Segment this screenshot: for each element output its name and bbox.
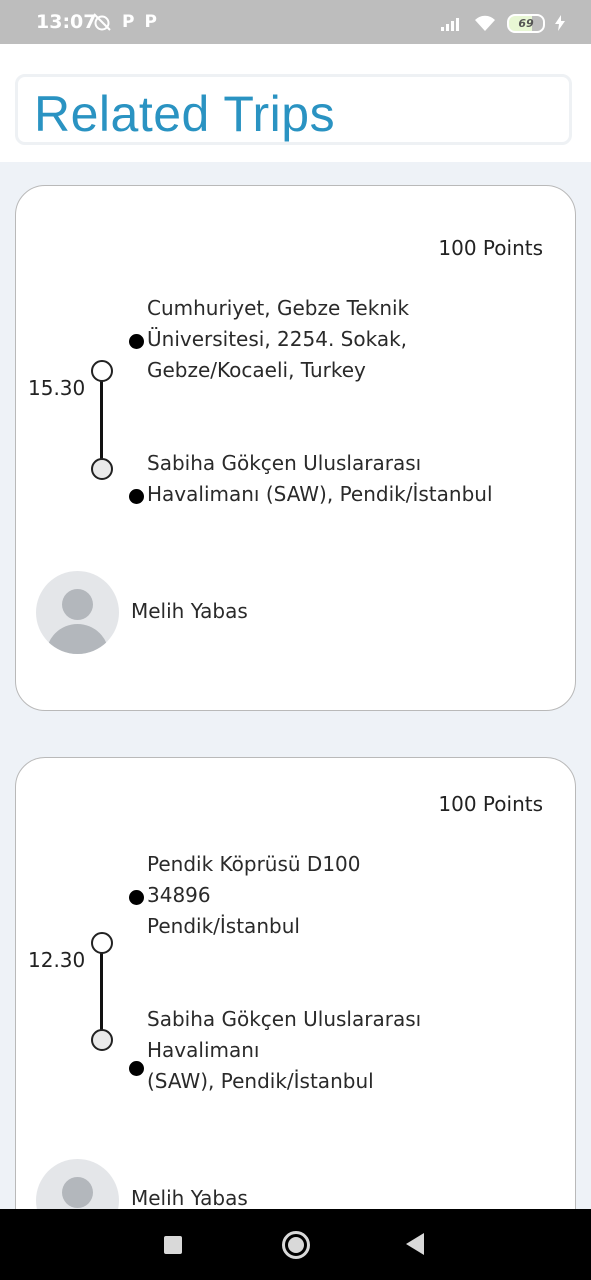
origin-address: Cumhuriyet, Gebze Teknik Üniversitesi, 2… <box>147 296 410 382</box>
route-line <box>100 951 103 1041</box>
avatar <box>36 571 119 654</box>
page-header: Related Trips <box>0 44 591 162</box>
back-icon[interactable] <box>406 1233 424 1255</box>
route-start-node <box>91 360 113 382</box>
trip-card[interactable]: 100 Points 15.30 Cumhuriyet, Gebze Tekni… <box>15 185 576 711</box>
trip-time: 15.30 <box>28 376 86 400</box>
navigation-bar <box>0 1209 591 1280</box>
battery-icon: 69 <box>507 13 545 33</box>
status-bar: 13:07 P P 69 <box>0 0 591 44</box>
destination-marker <box>129 489 144 504</box>
destination-address: Sabiha Gökçen Uluslararası Havalimanı (S… <box>147 1007 422 1093</box>
trip-card[interactable]: 100 Points 12.30 Pendik Köprüsü D100 348… <box>15 757 576 1277</box>
driver-name: Melih Yabas <box>131 599 248 623</box>
battery-level: 69 <box>518 16 534 30</box>
trip-time: 12.30 <box>28 948 86 972</box>
origin-address: Pendik Köprüsü D100 34896 Pendik/İstanbu… <box>147 852 361 938</box>
destination-marker <box>129 1061 144 1076</box>
charging-icon <box>555 15 565 31</box>
trip-points: 100 Points <box>438 792 543 816</box>
p-notification-icon: P <box>144 12 157 32</box>
recents-icon[interactable] <box>164 1236 182 1254</box>
origin-marker <box>129 890 144 905</box>
route-start-node <box>91 932 113 954</box>
wifi-icon <box>475 15 495 31</box>
route-end-node <box>91 1029 113 1051</box>
p-notification-icon: P <box>122 12 135 32</box>
destination-address: Sabiha Gökçen Uluslararası Havalimanı (S… <box>147 451 493 506</box>
title-box: Related Trips <box>15 74 572 145</box>
page-title: Related Trips <box>34 86 336 142</box>
origin-marker <box>129 334 144 349</box>
status-notification-icons: P P <box>92 12 157 32</box>
route-line <box>100 379 103 469</box>
route-end-node <box>91 458 113 480</box>
trip-points: 100 Points <box>438 236 543 260</box>
signal-icon <box>441 18 459 31</box>
driver-name: Melih Yabas <box>131 1186 248 1210</box>
status-system-icons: 69 <box>441 12 565 34</box>
home-icon[interactable] <box>282 1231 310 1259</box>
alarm-off-icon <box>93 13 111 31</box>
status-time: 13:07 <box>36 11 97 33</box>
